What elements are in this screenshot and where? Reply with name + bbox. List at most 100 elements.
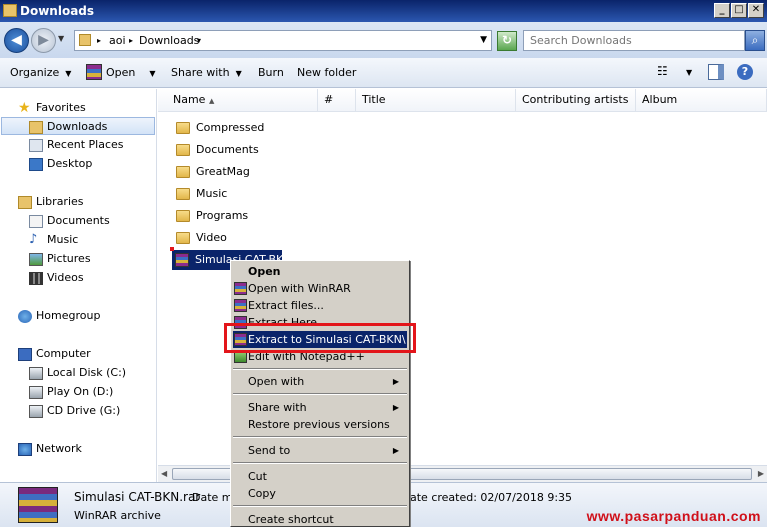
- breadcrumb-downloads[interactable]: Downloads: [139, 34, 199, 47]
- nav-play-on[interactable]: Play On (D:): [29, 383, 113, 401]
- close-button[interactable]: ✕: [748, 3, 764, 18]
- nav-downloads-label: Downloads: [47, 120, 108, 133]
- explorer-window: Downloads _ □ ✕ ◀ ▶ ▼ ▸ aoi ▸ Downloads …: [0, 0, 767, 527]
- address-row: ◀ ▶ ▼ ▸ aoi ▸ Downloads ▾ ▼ ↻ ⌕: [0, 22, 767, 58]
- share-with-button[interactable]: Share with ▼: [171, 66, 242, 79]
- list-item[interactable]: Video: [176, 228, 227, 248]
- nav-libraries[interactable]: Libraries: [18, 193, 84, 211]
- list-item-name: Programs: [196, 209, 249, 222]
- breadcrumb-aoi[interactable]: aoi: [109, 34, 126, 47]
- column-header-title[interactable]: Title: [356, 89, 516, 112]
- address-bar[interactable]: ▸ aoi ▸ Downloads ▾ ▼: [74, 30, 492, 51]
- back-button[interactable]: ◀: [4, 28, 29, 53]
- minimize-button[interactable]: _: [714, 3, 730, 18]
- help-icon[interactable]: ?: [737, 64, 753, 80]
- nav-local-disk-label: Local Disk (C:): [47, 366, 127, 379]
- column-header-artists[interactable]: Contributing artists: [516, 89, 636, 112]
- documents-icon: [29, 214, 43, 228]
- menu-separator: [233, 368, 407, 370]
- menu-item-create-shortcut[interactable]: Create shortcut: [233, 511, 407, 526]
- downloads-folder-icon: [29, 120, 43, 134]
- submenu-arrow-icon: ▶: [392, 446, 399, 455]
- chevron-down-icon[interactable]: ▼: [686, 68, 692, 77]
- address-dropdown-icon[interactable]: ▼: [480, 35, 487, 45]
- libraries-icon: [18, 195, 32, 209]
- new-folder-button[interactable]: New folder: [297, 66, 356, 79]
- nav-favorites[interactable]: ★ Favorites: [18, 99, 86, 117]
- nav-network[interactable]: Network: [18, 440, 82, 458]
- menu-item-open[interactable]: Open: [233, 263, 407, 280]
- nav-recent-places[interactable]: Recent Places: [29, 136, 124, 154]
- navigation-pane: ★ Favorites Downloads Recent Places Deskt…: [0, 89, 157, 482]
- menu-item-open-with-winrar[interactable]: Open with WinRAR: [233, 280, 407, 297]
- nav-play-on-label: Play On (D:): [47, 385, 114, 398]
- refresh-button[interactable]: ↻: [497, 31, 517, 51]
- menu-separator: [233, 505, 407, 507]
- pictures-icon: [29, 252, 43, 266]
- nav-local-disk[interactable]: Local Disk (C:): [29, 364, 126, 382]
- chevron-right-icon[interactable]: ▸: [97, 36, 101, 45]
- menu-item-copy[interactable]: Copy: [233, 485, 407, 502]
- menu-item-share-with[interactable]: Share with ▶: [233, 399, 407, 416]
- menu-item-extract-files[interactable]: Extract files...: [233, 297, 407, 314]
- nav-music[interactable]: ♪ Music: [29, 231, 78, 249]
- view-options-icon[interactable]: ☷: [657, 64, 668, 78]
- nav-favorites-label: Favorites: [36, 101, 86, 114]
- menu-item-send-to[interactable]: Send to ▶: [233, 442, 407, 459]
- scroll-right-icon[interactable]: ▶: [758, 469, 764, 478]
- column-name-label: Name: [173, 93, 206, 106]
- nav-downloads[interactable]: Downloads: [1, 117, 155, 135]
- search-box[interactable]: [523, 30, 745, 51]
- open-button[interactable]: Open ▼: [106, 66, 156, 79]
- nav-documents-label: Documents: [47, 214, 110, 227]
- maximize-button[interactable]: □: [731, 3, 747, 18]
- nav-homegroup[interactable]: Homegroup: [18, 307, 100, 325]
- star-icon: ★: [18, 99, 31, 116]
- recent-places-icon: [29, 138, 43, 152]
- folder-icon: [176, 232, 190, 244]
- nav-desktop[interactable]: Desktop: [29, 155, 92, 173]
- preview-pane-icon[interactable]: [708, 64, 724, 80]
- menu-item-restore-versions[interactable]: Restore previous versions: [233, 416, 407, 433]
- burn-button[interactable]: Burn: [258, 66, 284, 79]
- nav-computer[interactable]: Computer: [18, 345, 91, 363]
- menu-item-open-with[interactable]: Open with ▶: [233, 373, 407, 390]
- scroll-left-icon[interactable]: ◀: [161, 469, 167, 478]
- list-item[interactable]: Programs: [176, 206, 248, 226]
- list-item-name: Video: [196, 231, 227, 244]
- desktop-icon: [29, 157, 43, 171]
- nav-cd-drive[interactable]: CD Drive (G:): [29, 402, 120, 420]
- chevron-right-icon[interactable]: ▸: [129, 36, 133, 45]
- column-header-name[interactable]: Name ▲: [158, 89, 318, 112]
- nav-pictures[interactable]: Pictures: [29, 250, 91, 268]
- list-item[interactable]: Documents: [176, 140, 259, 160]
- folder-icon: [176, 144, 190, 156]
- winrar-icon: [86, 64, 102, 80]
- column-header-number[interactable]: #: [318, 89, 356, 112]
- history-dropdown-icon[interactable]: ▼: [58, 34, 64, 43]
- search-icon[interactable]: ⌕: [745, 30, 765, 51]
- folder-icon: [176, 188, 190, 200]
- chevron-down-icon[interactable]: ▾: [197, 36, 201, 45]
- organize-label: Organize: [10, 66, 60, 79]
- cd-drive-icon: [29, 404, 43, 418]
- highlight-box: [224, 323, 416, 353]
- list-item-name: Documents: [196, 143, 259, 156]
- menu-item-cut[interactable]: Cut: [233, 468, 407, 485]
- computer-icon: [18, 347, 32, 361]
- list-item-name: GreatMag: [196, 165, 250, 178]
- nav-music-label: Music: [47, 233, 79, 246]
- folder-icon: [79, 34, 91, 46]
- menu-separator: [233, 462, 407, 464]
- list-item[interactable]: Compressed: [176, 118, 264, 138]
- list-item[interactable]: Music: [176, 184, 227, 204]
- organize-button[interactable]: Organize ▼: [10, 66, 71, 79]
- nav-videos[interactable]: Videos: [29, 269, 84, 287]
- list-item[interactable]: GreatMag: [176, 162, 250, 182]
- nav-documents[interactable]: Documents: [29, 212, 110, 230]
- forward-button[interactable]: ▶: [31, 28, 56, 53]
- search-input[interactable]: [524, 31, 744, 50]
- homegroup-icon: [18, 309, 32, 323]
- nav-pictures-label: Pictures: [47, 252, 91, 265]
- column-header-album[interactable]: Album: [636, 89, 767, 112]
